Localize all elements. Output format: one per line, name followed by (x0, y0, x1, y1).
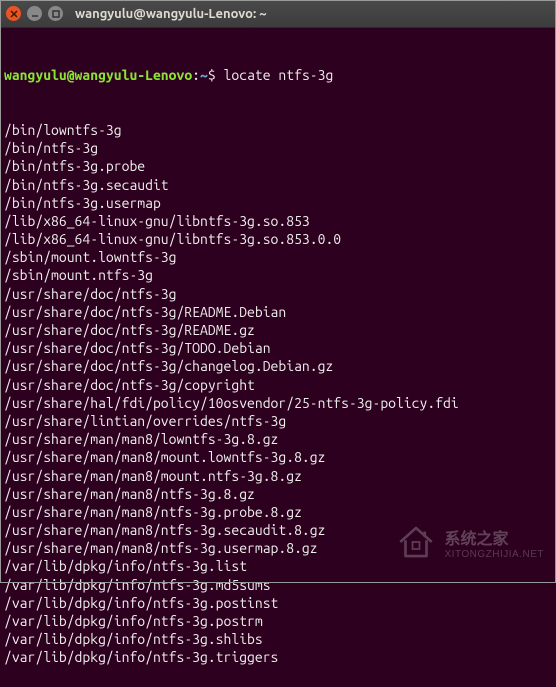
terminal-area[interactable]: wangyulu@wangyulu-Lenovo:~$ locate ntfs-… (0, 28, 556, 687)
output-line: /usr/share/doc/ntfs-3g/README.Debian (4, 303, 552, 321)
output-line: /usr/share/hal/fdi/policy/10osvendor/25-… (4, 394, 552, 412)
output-line: /var/lib/dpkg/info/ntfs-3g.list (4, 557, 552, 575)
output-line: /usr/share/man/man8/ntfs-3g.probe.8.gz (4, 503, 552, 521)
output-line: /var/lib/dpkg/info/ntfs-3g.postinst (4, 594, 552, 612)
output-line: /bin/lowntfs-3g (4, 121, 552, 139)
prompt-line: wangyulu@wangyulu-Lenovo:~$ locate ntfs-… (4, 66, 552, 84)
output-line: /usr/share/doc/ntfs-3g/TODO.Debian (4, 339, 552, 357)
output-line: /bin/ntfs-3g (4, 139, 552, 157)
output-line: /usr/share/lintian/overrides/ntfs-3g (4, 412, 552, 430)
output-line: /lib/x86_64-linux-gnu/libntfs-3g.so.853.… (4, 230, 552, 248)
output-container: /bin/lowntfs-3g/bin/ntfs-3g/bin/ntfs-3g.… (4, 121, 552, 667)
output-line: /usr/share/doc/ntfs-3g/changelog.Debian.… (4, 357, 552, 375)
command-text: locate ntfs-3g (224, 67, 334, 83)
maximize-button[interactable] (48, 6, 63, 21)
close-button[interactable] (6, 6, 21, 21)
output-line: /usr/share/doc/ntfs-3g/README.gz (4, 321, 552, 339)
minimize-button[interactable] (27, 6, 42, 21)
output-line: /var/lib/dpkg/info/ntfs-3g.shlibs (4, 630, 552, 648)
output-line: /usr/share/man/man8/lowntfs-3g.8.gz (4, 430, 552, 448)
output-line: /lib/x86_64-linux-gnu/libntfs-3g.so.853 (4, 212, 552, 230)
output-line: /bin/ntfs-3g.secaudit (4, 176, 552, 194)
output-line: /bin/ntfs-3g.probe (4, 157, 552, 175)
output-line: /usr/share/man/man8/mount.lowntfs-3g.8.g… (4, 448, 552, 466)
output-line: /usr/share/man/man8/mount.ntfs-3g.8.gz (4, 467, 552, 485)
prompt-path: ~ (200, 67, 208, 83)
output-line: /var/lib/dpkg/info/ntfs-3g.postrm (4, 612, 552, 630)
prompt-sep1: : (192, 67, 200, 83)
output-line: /usr/share/man/man8/ntfs-3g.usermap.8.gz (4, 539, 552, 557)
prompt-sep2: $ (208, 67, 224, 83)
titlebar: wangyulu@wangyulu-Lenovo: ~ (0, 0, 556, 28)
output-line: /usr/share/man/man8/ntfs-3g.secaudit.8.g… (4, 521, 552, 539)
output-line: /var/lib/dpkg/info/ntfs-3g.triggers (4, 648, 552, 666)
output-line: /bin/ntfs-3g.usermap (4, 194, 552, 212)
output-line: /usr/share/doc/ntfs-3g (4, 285, 552, 303)
output-line: /usr/share/man/man8/ntfs-3g.8.gz (4, 485, 552, 503)
prompt-user-host: wangyulu@wangyulu-Lenovo (4, 67, 192, 83)
output-line: /usr/share/doc/ntfs-3g/copyright (4, 376, 552, 394)
output-line: /sbin/mount.ntfs-3g (4, 266, 552, 284)
output-line: /var/lib/dpkg/info/ntfs-3g.md5sums (4, 576, 552, 594)
output-line: /sbin/mount.lowntfs-3g (4, 248, 552, 266)
window-title: wangyulu@wangyulu-Lenovo: ~ (75, 7, 267, 21)
